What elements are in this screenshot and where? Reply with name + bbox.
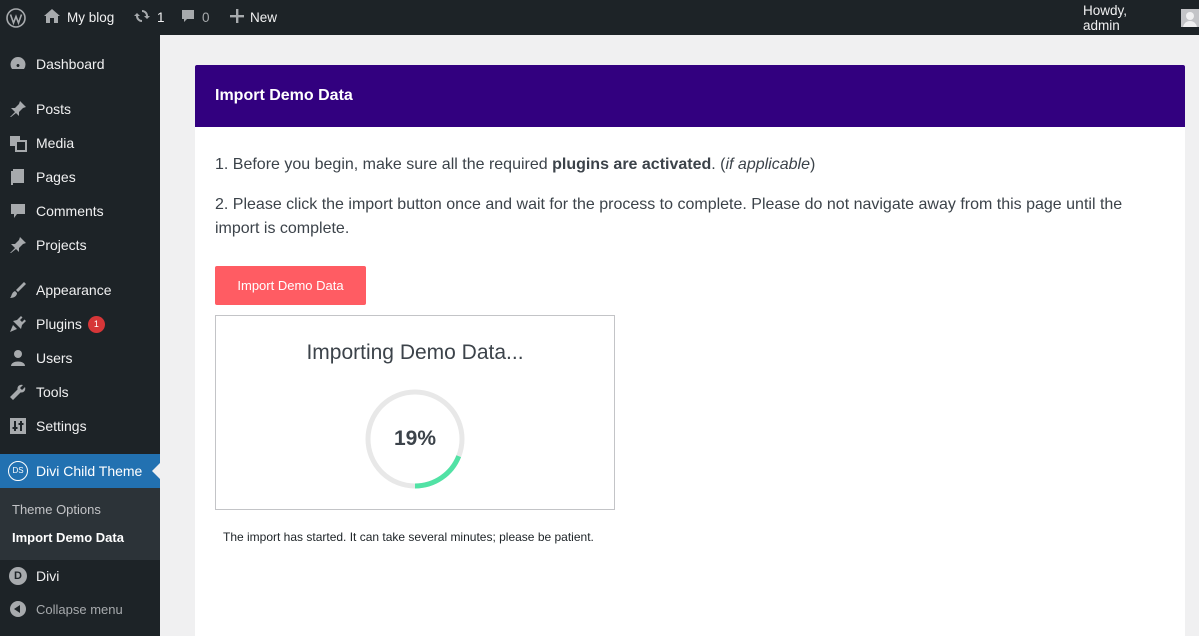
sidebar-item-label: Divi	[36, 568, 60, 584]
site-name: My blog	[67, 10, 115, 25]
sidebar-item-divi-child-theme[interactable]: DS Divi Child Theme	[0, 454, 160, 488]
sidebar-item-divi[interactable]: D Divi	[0, 559, 160, 593]
sidebar-item-users[interactable]: Users	[0, 341, 160, 375]
pages-icon	[0, 168, 36, 186]
sidebar-item-label: Users	[36, 350, 73, 366]
import-panel: Import Demo Data 1. Before you begin, ma…	[195, 65, 1185, 636]
plus-icon	[230, 9, 244, 26]
sidebar-item-label: Collapse menu	[36, 601, 123, 617]
active-indicator	[152, 463, 160, 479]
pin-icon	[0, 236, 36, 254]
home-icon	[43, 8, 61, 27]
comment-icon	[0, 202, 36, 220]
sidebar-item-label: Tools	[36, 384, 69, 400]
sidebar-item-label: Appearance	[36, 282, 112, 298]
progress-percent: 19%	[393, 427, 437, 450]
divi-icon: D	[0, 567, 36, 585]
sidebar-item-label: Comments	[36, 203, 104, 219]
submenu-item-import-demo-data[interactable]: Import Demo Data	[12, 530, 124, 545]
comments-count: 0	[202, 10, 210, 25]
sidebar-item-label: Projects	[36, 237, 87, 253]
admin-bar: My blog 1 0 New Howdy, admin	[0, 0, 1199, 35]
settings-icon	[0, 417, 36, 435]
collapse-menu-button[interactable]: Collapse menu	[0, 592, 160, 626]
sidebar-item-label: Pages	[36, 169, 76, 185]
dashboard-icon	[0, 55, 36, 73]
sidebar-item-label: Divi Child Theme	[36, 463, 143, 479]
progress-title: Importing Demo Data...	[306, 341, 524, 364]
submenu: Theme Options Import Demo Data	[0, 488, 160, 560]
sidebar-item-plugins[interactable]: Plugins 1	[0, 307, 160, 341]
page-title: Import Demo Data	[215, 87, 353, 104]
step-1-italic: if applicable	[725, 156, 810, 173]
step-2-text: 2. Please click the import button once a…	[215, 196, 1123, 237]
howdy-label: Howdy, admin	[1083, 2, 1128, 33]
sidebar-item-label: Settings	[36, 418, 87, 434]
collapse-icon	[0, 601, 36, 617]
sidebar-item-label: Media	[36, 135, 75, 151]
sidebar-item-pages[interactable]: Pages	[0, 160, 160, 194]
sidebar-item-dashboard[interactable]: Dashboard	[0, 47, 160, 81]
sidebar-item-label: Plugins	[36, 316, 82, 332]
sidebar-item-posts[interactable]: Posts	[0, 92, 160, 126]
ds-icon: DS	[0, 461, 36, 481]
media-icon	[0, 134, 36, 152]
sidebar-item-label: Posts	[36, 101, 72, 117]
admin-sidebar: Dashboard Posts Media Pages Comments Pro…	[0, 35, 160, 636]
import-status-note: The import has started. It can take seve…	[223, 530, 594, 544]
sidebar-item-label: Dashboard	[36, 56, 105, 72]
site-name-link[interactable]: My blog	[43, 0, 114, 35]
comment-icon	[180, 8, 196, 27]
sidebar-item-projects[interactable]: Projects	[0, 228, 160, 262]
my-account-link[interactable]: Howdy, admin	[1083, 0, 1199, 35]
wrench-icon	[0, 383, 36, 401]
user-icon	[0, 349, 36, 367]
plugin-icon	[0, 315, 36, 333]
sidebar-item-settings[interactable]: Settings	[0, 409, 160, 443]
step-1-bold: plugins are activated	[552, 156, 712, 173]
new-label: New	[250, 10, 278, 25]
step-1-text: 1. Before you begin, make sure all the r…	[215, 156, 816, 173]
sidebar-item-appearance[interactable]: Appearance	[0, 273, 160, 307]
updates-count: 1	[157, 10, 165, 25]
new-content-link[interactable]: New	[230, 0, 277, 35]
pin-icon	[0, 100, 36, 118]
import-demo-data-button[interactable]: Import Demo Data	[215, 266, 366, 305]
sidebar-item-tools[interactable]: Tools	[0, 375, 160, 409]
avatar	[1181, 8, 1199, 27]
plugins-update-badge: 1	[87, 315, 105, 333]
submenu-item-theme-options[interactable]: Theme Options	[12, 502, 101, 517]
panel-header: Import Demo Data	[195, 65, 1185, 127]
brush-icon	[0, 281, 36, 299]
sidebar-item-media[interactable]: Media	[0, 126, 160, 160]
comments-link[interactable]: 0	[180, 0, 210, 35]
updates-icon	[133, 7, 151, 28]
wordpress-logo-icon[interactable]	[6, 0, 26, 35]
progress-box: Importing Demo Data... 19%	[215, 315, 615, 510]
sidebar-item-comments[interactable]: Comments	[0, 194, 160, 228]
updates-link[interactable]: 1	[133, 0, 165, 35]
